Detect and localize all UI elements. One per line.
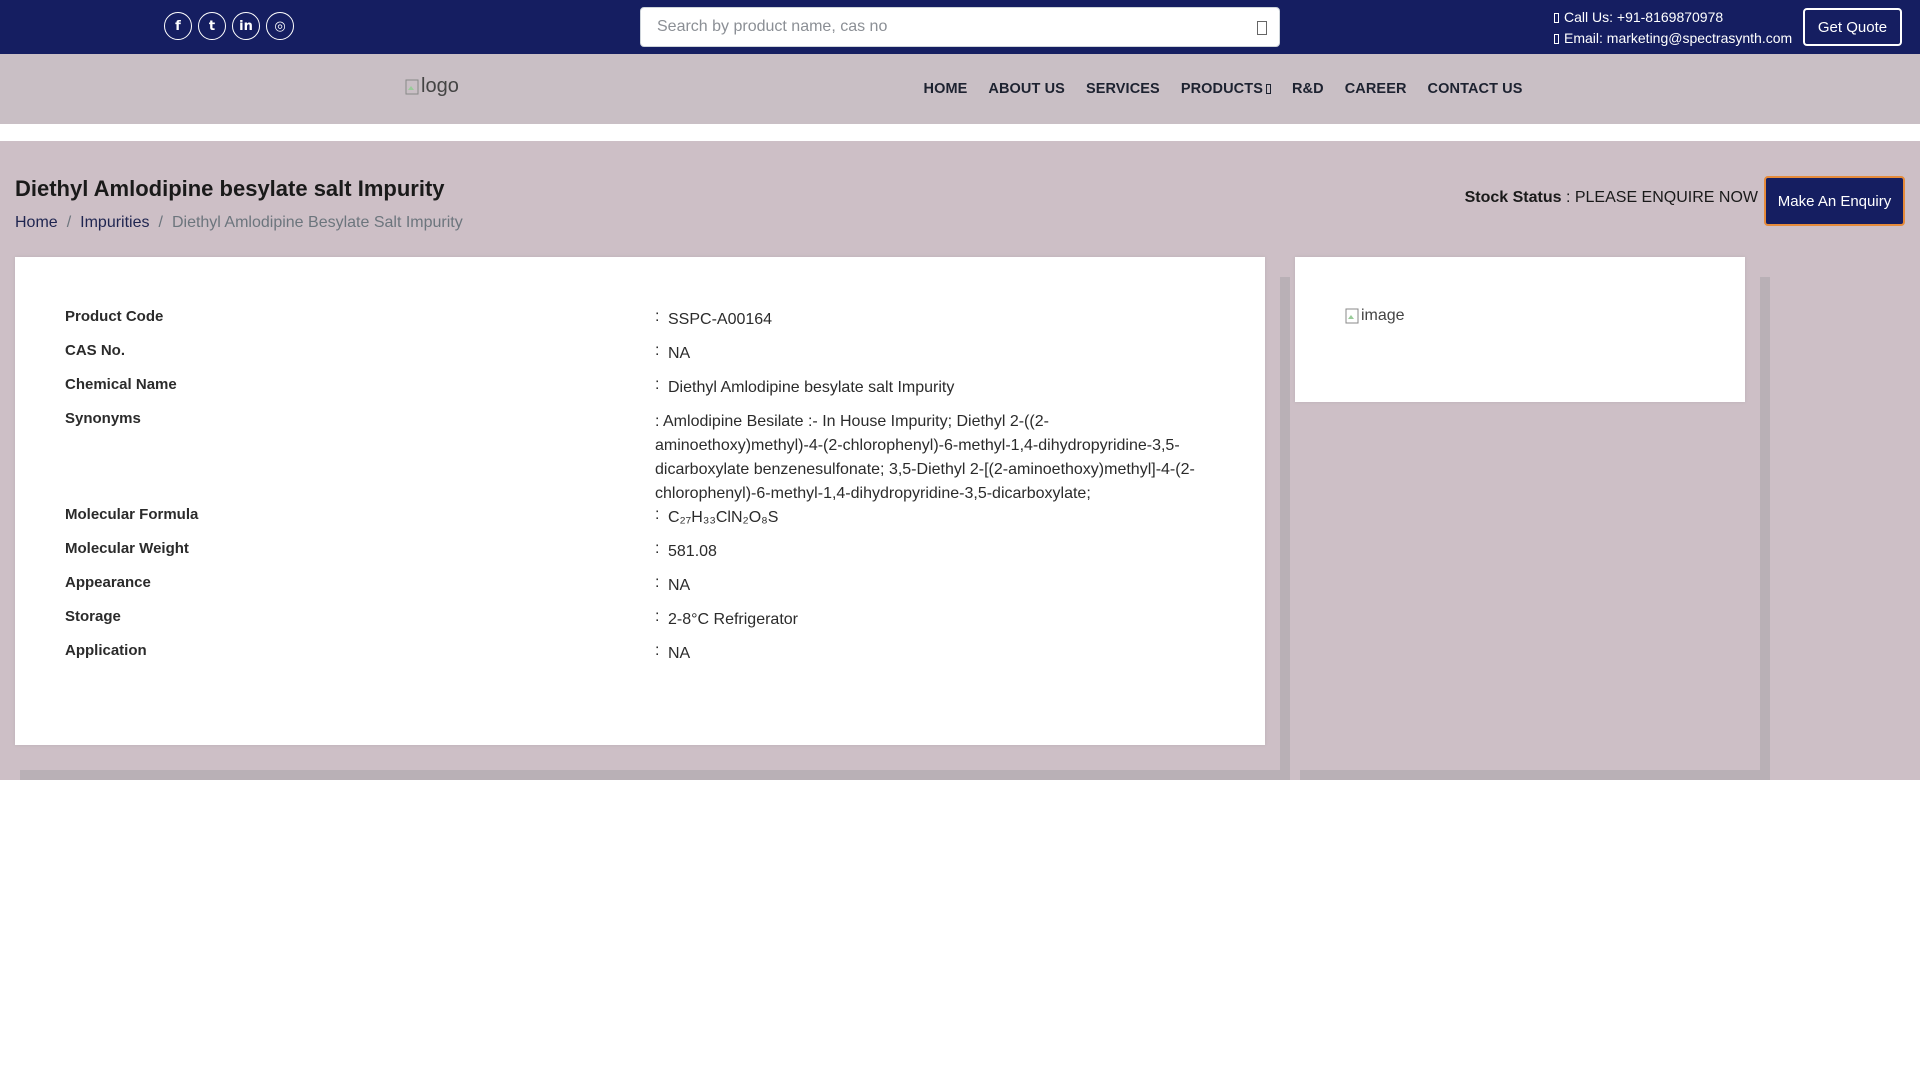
breadcrumb-current: Diethyl Amlodipine Besylate Salt Impurit…: [171, 214, 463, 231]
search-input[interactable]: [642, 9, 1212, 45]
header-divider: [0, 124, 1920, 141]
nav-home-label: HOME: [923, 81, 968, 97]
appearance-label: Appearance: [65, 574, 151, 591]
search-box: [640, 7, 1280, 47]
top-bar: f t in ◎ Call Us: +91-8169870978 Email: …: [0, 0, 1920, 54]
product-code-value: SSPC-A00164: [668, 311, 773, 328]
card-shadow: [1300, 770, 1760, 780]
call-text: Call Us: +91-8169870978: [1564, 9, 1724, 25]
breadcrumb-impurities[interactable]: Impurities: [80, 214, 149, 232]
chemical-name-value: Diethyl Amlodipine besylate salt Impurit…: [668, 379, 955, 396]
chevron-down-icon: [1265, 84, 1271, 94]
synonyms-label: Synonyms: [65, 410, 141, 427]
nav-contact-us-label: CONTACT US: [1427, 81, 1523, 97]
logo[interactable]: logo: [405, 75, 459, 98]
card-shadow: [1760, 277, 1770, 780]
facebook-icon[interactable]: f: [164, 12, 192, 40]
nav-rnd-label: R&D: [1291, 81, 1324, 97]
nav-career[interactable]: CAREER: [1334, 81, 1417, 97]
stock-status-label: Stock Status: [1464, 189, 1562, 206]
product-code-label: Product Code: [65, 308, 164, 325]
call-row[interactable]: Call Us: +91-8169870978: [1554, 7, 1792, 28]
synonyms-value: : Amlodipine Besilate :- In House Impuri…: [655, 413, 1195, 502]
breadcrumb-home[interactable]: Home: [15, 214, 58, 232]
linkedin-icon[interactable]: in: [232, 12, 260, 40]
molecular-formula-value: C₂₇H₃₃ClN₂O₈S: [668, 509, 779, 526]
appearance-value: NA: [668, 577, 691, 594]
instagram-icon[interactable]: ◎: [266, 12, 294, 40]
detail-colon: :: [655, 506, 660, 523]
email-row[interactable]: Email: marketing@spectrasynth.com: [1554, 28, 1792, 49]
molecular-weight-value: 581.08: [668, 543, 717, 560]
broken-image-icon: [1345, 308, 1359, 324]
search-button[interactable]: [1251, 17, 1273, 39]
product-image: image: [1345, 307, 1405, 325]
search-icon: [1257, 21, 1267, 35]
detail-colon: :: [655, 642, 660, 659]
storage-value: 2-8°C Refrigerator: [668, 611, 798, 628]
stock-status-value: : PLEASE ENQUIRE NOW: [1561, 189, 1758, 206]
stock-status: Stock Status : PLEASE ENQUIRE NOW: [1465, 189, 1758, 207]
email-text: Email: marketing@spectrasynth.com: [1564, 30, 1793, 46]
chemical-name-label: Chemical Name: [65, 376, 177, 393]
nav-services[interactable]: SERVICES: [1075, 81, 1170, 97]
detail-colon: :: [655, 308, 660, 325]
card-shadow: [20, 770, 1280, 780]
product-image-card: image: [1295, 257, 1745, 402]
application-value: NA: [668, 645, 691, 662]
social-links: f t in ◎: [164, 12, 294, 40]
make-enquiry-button[interactable]: Make An Enquiry: [1764, 176, 1905, 226]
cas-no-value: NA: [668, 345, 691, 362]
application-label: Application: [65, 642, 147, 659]
main-navbar: logo HOME ABOUT US SERVICES PRODUCTS R&D…: [0, 54, 1920, 124]
breadcrumb-separator: /: [66, 214, 72, 231]
detail-colon: :: [655, 574, 660, 591]
nav-career-label: CAREER: [1344, 81, 1407, 97]
nav-rnd[interactable]: R&D: [1281, 81, 1334, 97]
logo-alt-text: logo: [421, 75, 459, 97]
molecular-formula-label: Molecular Formula: [65, 506, 199, 523]
email-icon: [1554, 33, 1559, 44]
product-details-card: Product Code : SSPC-A00164 CAS No. : NA …: [15, 257, 1265, 745]
detail-colon: :: [655, 608, 660, 625]
nav-services-label: SERVICES: [1085, 81, 1160, 97]
nav-products-label: PRODUCTS: [1180, 81, 1263, 97]
product-image-alt: image: [1361, 307, 1405, 324]
breadcrumb-separator: /: [158, 214, 163, 231]
broken-image-icon: [405, 79, 419, 94]
detail-colon: :: [655, 342, 660, 359]
detail-colon: :: [655, 540, 660, 557]
nav-about-us-label: ABOUT US: [988, 81, 1065, 97]
contact-info: Call Us: +91-8169870978 Email: marketing…: [1554, 7, 1792, 49]
get-quote-button[interactable]: Get Quote: [1803, 8, 1902, 46]
nav-products[interactable]: PRODUCTS: [1170, 81, 1281, 97]
phone-icon: [1554, 12, 1559, 23]
card-shadow: [1280, 277, 1290, 780]
detail-colon: :: [655, 376, 660, 393]
nav-home[interactable]: HOME: [913, 81, 978, 97]
cas-no-label: CAS No.: [65, 342, 125, 359]
nav-about-us[interactable]: ABOUT US: [978, 81, 1076, 97]
storage-label: Storage: [65, 608, 121, 625]
page-title: Diethyl Amlodipine besylate salt Impurit…: [15, 176, 445, 201]
breadcrumb: Home / Impurities / Diethyl Amlodipine B…: [15, 214, 463, 232]
molecular-weight-label: Molecular Weight: [65, 540, 189, 557]
twitter-icon[interactable]: t: [198, 12, 226, 40]
nav-links: HOME ABOUT US SERVICES PRODUCTS R&D CARE…: [913, 54, 1533, 124]
nav-contact-us[interactable]: CONTACT US: [1417, 81, 1533, 97]
